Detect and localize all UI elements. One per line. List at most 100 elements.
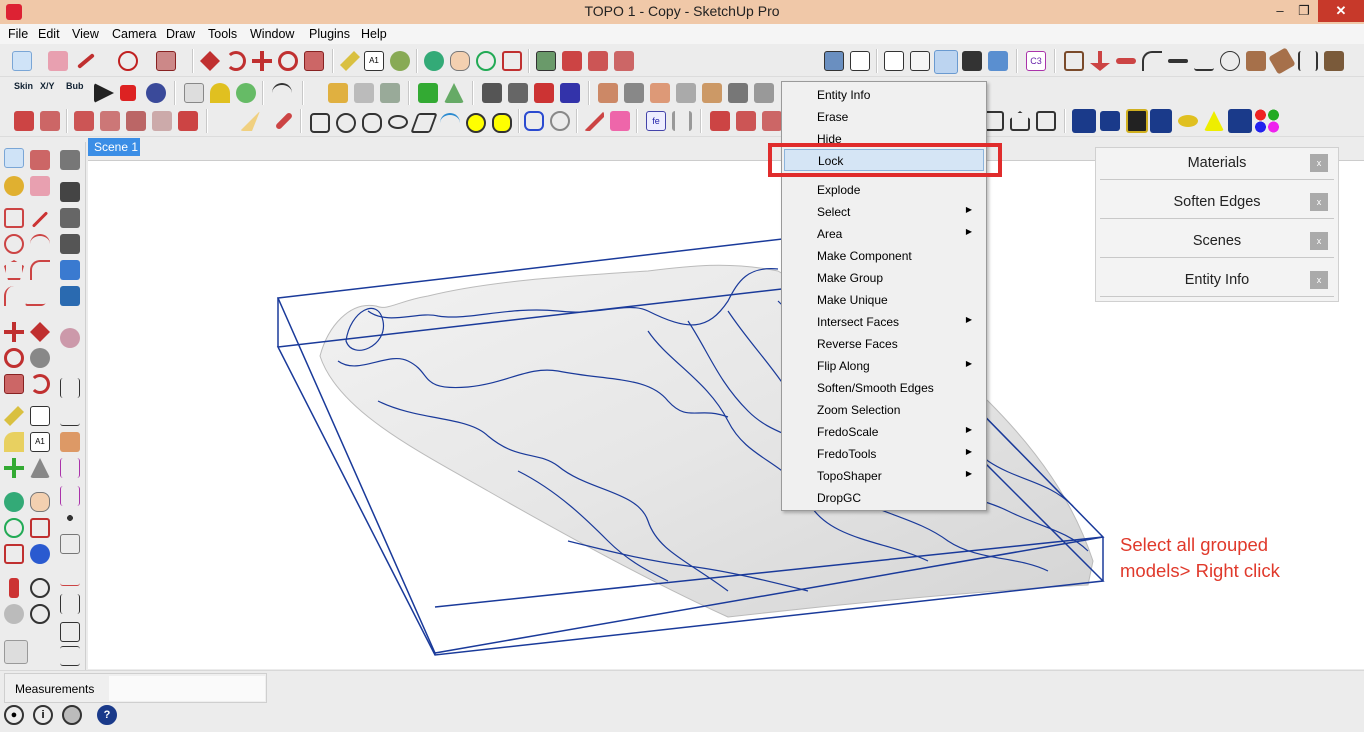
extension-icon[interactable] [614,51,634,71]
menu-item-explode[interactable]: Explode [784,179,984,201]
curve-icon[interactable] [1220,51,1240,71]
text-tool-icon[interactable]: A1 [364,51,384,71]
offset-tool-icon[interactable] [30,374,50,394]
maximize-button[interactable]: ❐ [1290,0,1318,22]
menu-window[interactable]: Window [250,27,294,41]
flip-edge-icon[interactable] [754,83,774,103]
solid-split-icon[interactable] [152,111,172,131]
wall-icon[interactable] [1064,51,1084,71]
tray-soften-edges-close-icon[interactable]: x [1310,193,1328,211]
menu-item-make-group[interactable]: Make Group [784,267,984,289]
arc-door-icon[interactable] [1142,51,1162,71]
menu-item-erase[interactable]: Erase [784,106,984,128]
menu-tools[interactable]: Tools [208,27,237,41]
look-around-icon[interactable] [30,578,50,598]
dimension-tool-icon[interactable] [30,406,50,426]
close-button[interactable]: ✕ [1318,0,1364,22]
red-line-icon[interactable] [60,566,80,586]
play-icon[interactable] [94,83,114,103]
angle-icon[interactable] [1194,51,1214,71]
fence-icon[interactable] [184,83,204,103]
solid-subtract-icon[interactable] [100,111,120,131]
move-tool-icon[interactable] [4,322,24,342]
measurements-input[interactable] [109,676,265,701]
zoom-icon[interactable] [476,51,496,71]
shaded-textures-icon[interactable] [962,51,982,71]
pan-icon[interactable] [450,51,470,71]
menu-item-soften-smooth-edges[interactable]: Soften/Smooth Edges [784,377,984,399]
arc2-icon[interactable] [4,286,24,306]
tray-materials-close-icon[interactable]: x [1310,154,1328,172]
shape-7-icon[interactable] [466,113,486,133]
zoom-extents-icon[interactable] [502,51,522,71]
rectangle-icon[interactable] [156,51,176,71]
vertical-lines-icon[interactable] [60,594,80,614]
menu-item-flip-along[interactable]: Flip Along ▶ [784,355,984,377]
menu-file[interactable]: File [8,27,28,41]
help-icon[interactable]: ? [97,705,117,725]
red-box-icon[interactable] [40,111,60,131]
position-camera-icon[interactable] [9,578,19,598]
menu-item-area[interactable]: Area ▶ [784,223,984,245]
arc3-icon[interactable] [24,286,56,306]
house-icon[interactable] [1010,111,1030,131]
zoom-window-icon[interactable] [30,518,50,538]
gray-shape-icon[interactable] [550,111,570,131]
paint-icon[interactable] [4,176,24,196]
share-model-icon[interactable] [562,51,582,71]
rail-icon[interactable] [1298,51,1318,71]
tray-entity-info[interactable]: Entity Info x [1100,265,1334,297]
monochrome-icon[interactable] [988,51,1008,71]
palette-blue-icon[interactable] [1228,109,1252,133]
polygon-tool-icon[interactable] [4,260,24,280]
menu-item-select[interactable]: Select ▶ [784,201,984,223]
skin-icon[interactable]: Skin [14,81,33,91]
solid-trim-icon[interactable] [126,111,146,131]
section-display-icon[interactable] [60,286,80,306]
section-plane-icon[interactable] [30,604,50,624]
warehouse-icon[interactable] [536,51,556,71]
wireframe-icon[interactable] [884,51,904,71]
add-detail-icon[interactable] [728,83,748,103]
lamp-icon[interactable] [210,83,230,103]
zoom-tool-icon[interactable] [4,518,24,538]
tree-tool-icon[interactable] [1150,109,1172,133]
shaded-icon[interactable] [934,50,958,74]
layer-stack-icon[interactable] [482,83,502,103]
pink-tool-icon[interactable] [610,111,630,131]
scale-tool-icon[interactable] [4,374,24,394]
layer-red-icon[interactable] [534,83,554,103]
menu-plugins[interactable]: Plugins [309,27,350,41]
drop-icon[interactable] [1090,51,1110,71]
grass-icon[interactable] [418,83,438,103]
fe-icon[interactable]: fe [646,111,666,131]
orbit-tool-icon[interactable] [4,492,24,512]
pencil-icon[interactable] [77,53,95,69]
menu-help[interactable]: Help [361,27,387,41]
rotate-tool-icon[interactable] [4,348,24,368]
pen-icon[interactable] [274,111,294,131]
tray-soften-edges[interactable]: Soften Edges x [1100,187,1334,219]
tray-materials[interactable]: Materials x [1100,148,1334,180]
shape-2-icon[interactable] [336,113,356,133]
roof-icon[interactable] [1268,47,1296,75]
sphere-icon[interactable] [236,83,256,103]
tape-tool-icon[interactable] [4,406,24,426]
geo-location-icon[interactable]: ● [4,705,24,725]
fredo-icon[interactable]: C3 [1026,51,1046,71]
shape-8-icon[interactable] [492,113,512,133]
purple-lines-icon[interactable] [60,458,80,478]
grid-2-icon[interactable] [60,534,80,554]
axes-icon[interactable] [4,458,24,478]
menu-item-make-component[interactable]: Make Component [784,245,984,267]
script-icon[interactable] [146,83,166,103]
brush-icon[interactable] [240,111,260,131]
menu-item-intersect-faces[interactable]: Intersect Faces ▶ [784,311,984,333]
push-pull-icon[interactable] [200,51,220,71]
columns-icon[interactable] [672,111,692,131]
film-icon[interactable] [1126,109,1148,133]
follow-me-icon[interactable] [226,51,246,71]
stretch-icon[interactable] [1116,58,1136,64]
xray-icon[interactable] [824,51,844,71]
tray-scenes[interactable]: Scenes x [1100,226,1334,258]
